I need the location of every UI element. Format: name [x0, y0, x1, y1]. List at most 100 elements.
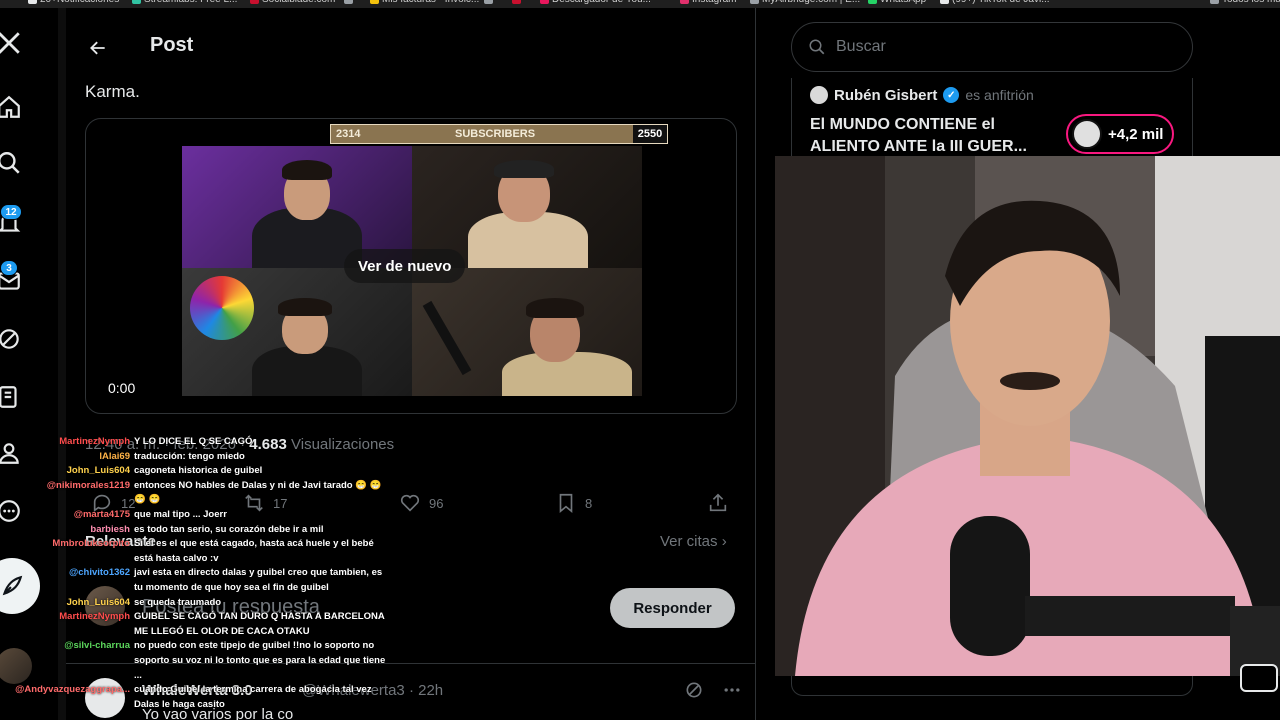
- reply-submit-button[interactable]: Responder: [610, 588, 735, 628]
- space-title-line-2: ALIENTO ANTE la III GUER...: [810, 138, 1027, 155]
- like-action[interactable]: 96: [399, 492, 443, 514]
- lists-icon[interactable]: [0, 382, 24, 412]
- chat-message: Mmbroluksorpito Si el es el que está caga…: [52, 538, 374, 550]
- view-quotes-label: Ver citas: [660, 533, 718, 550]
- chat-text: no puedo con este tipejo de guibel !!no …: [134, 640, 375, 652]
- host-name: Rubén Gisbert: [834, 86, 938, 104]
- bookmark-icon: [344, 0, 353, 4]
- search-placeholder: Buscar: [836, 38, 886, 55]
- bookmark-label: Mis facturas - Invoic...: [382, 0, 479, 5]
- page-title: Post: [150, 34, 194, 56]
- back-button[interactable]: [84, 34, 112, 62]
- bookmark-label: (99+) TikTok de Javi...: [952, 0, 1050, 5]
- chat-username: John_Luis604: [66, 596, 130, 608]
- video-cam-4: [412, 268, 642, 396]
- bookmark-label: Streamlabs: Free L...: [144, 0, 237, 5]
- bookmark-action[interactable]: 8: [555, 492, 592, 514]
- bookmark-label: MyAirbridge.com | E...: [762, 0, 860, 5]
- space-listeners-pill[interactable]: +4,2 mil: [1066, 114, 1174, 154]
- video-player[interactable]: 2314 SUBSCRIBERS 2550 Ver de nuevo 0:00: [85, 118, 737, 414]
- chat-username: MartinezNymph: [59, 611, 130, 623]
- chat-text: 😁 😁: [134, 494, 161, 506]
- chat-text: entonces NO hables de Dalas y ni de Javi…: [134, 479, 382, 491]
- chat-message: @marta4175 que mal tipo ... Joerr: [74, 509, 227, 521]
- bookmark-item[interactable]: [344, 0, 356, 5]
- bookmark-icon: [680, 0, 689, 4]
- message-drawer-icon[interactable]: [1240, 664, 1278, 692]
- chat-username: @marta4175: [73, 509, 130, 520]
- bookmark-item[interactable]: Streamlabs: Free L...: [132, 0, 237, 5]
- chat-username: barbiesh: [90, 523, 130, 535]
- chat-message: John_Luis604 cagoneta historica de guibel: [67, 465, 263, 477]
- bookmark-item[interactable]: Socialblade.com: [250, 0, 335, 5]
- listener-count: +4,2 mil: [1108, 125, 1164, 143]
- bookmark-item[interactable]: [512, 0, 524, 5]
- chat-message: Dalas le haga casito: [134, 699, 225, 711]
- chat-text: está hasta calvo :v: [134, 552, 219, 564]
- messages-badge: 3: [0, 260, 18, 276]
- chat-message: soporto su voz ni lo tonto que es para l…: [134, 655, 385, 667]
- chat-text: cuando Guibel la termina carrera de abog…: [134, 684, 372, 696]
- bookmark-icon: [750, 0, 759, 4]
- space-title: El MUNDO CONTIENE el ALIENTO ANTE la III…: [810, 114, 1060, 158]
- grok-icon: [686, 682, 702, 698]
- chat-text: Y LO DICE EL Q SE CAGÓ: [134, 436, 253, 447]
- bookmark-item[interactable]: Todos los ma: [1210, 0, 1280, 5]
- x-logo-icon[interactable]: [0, 28, 24, 58]
- chat-text: cagoneta historica de guibel: [134, 465, 263, 477]
- host-role: es anfitrión: [965, 87, 1034, 103]
- comment-tools: [684, 680, 742, 700]
- more-options-icon: [724, 688, 740, 692]
- bookmark-icon: [559, 493, 573, 514]
- search-input[interactable]: Buscar: [791, 22, 1193, 72]
- view-quotes-link[interactable]: Ver citas ›: [660, 533, 727, 550]
- chat-text: Si el es el que está cagado, hasta acá h…: [134, 538, 374, 550]
- bookmark-item[interactable]: Mis facturas - Invoic...: [370, 0, 479, 5]
- chevron-right-icon: ›: [721, 533, 727, 550]
- bookmark-item[interactable]: Instagram: [680, 0, 736, 5]
- sidebar-card-bottom: [791, 676, 1193, 696]
- chat-text: se queda traumado: [134, 596, 222, 608]
- chat-message: @chivito1362 javi esta en directo dalas y…: [69, 567, 382, 579]
- notifications-badge: 12: [0, 204, 22, 220]
- bookmark-item[interactable]: (99+) TikTok de Javi...: [940, 0, 1050, 5]
- bookmark-item[interactable]: WhatsApp: [868, 0, 926, 5]
- bookmark-label: 20+Notificaciones: [40, 0, 119, 5]
- bookmark-icon: [250, 0, 259, 4]
- chat-text: que mal tipo ... Joerr: [134, 509, 227, 520]
- bookmark-item[interactable]: 20+Notificaciones: [28, 0, 119, 5]
- stream-chat-overlay: MartinezNymph Y LO DICE EL Q SE CAGÓ lAlai…: [0, 436, 385, 720]
- chat-username: lAlai69: [99, 450, 130, 462]
- chat-message: ME LLEGÓ EL OLOR DE CACA OTAKU: [134, 626, 310, 638]
- chat-message: @Andyvazquezaggrapa... cuando Guibel la t…: [15, 684, 372, 696]
- replay-button[interactable]: Ver de nuevo: [344, 249, 466, 283]
- chat-message: está hasta calvo :v: [134, 553, 219, 565]
- chat-message: barbiesh es todo tan serio, su corazón de…: [90, 524, 323, 536]
- grok-icon[interactable]: [0, 324, 24, 354]
- bookmark-item[interactable]: Descargador de You...: [540, 0, 651, 5]
- bookmark-item[interactable]: MyAirbridge.com | E...: [750, 0, 860, 5]
- chat-message: 😁 😁: [134, 494, 160, 506]
- bookmark-label: Instagram: [692, 0, 736, 5]
- streamer-webcam: [775, 156, 1280, 676]
- heart-icon: [400, 494, 420, 512]
- search-icon[interactable]: [0, 148, 24, 178]
- home-icon[interactable]: [0, 92, 24, 122]
- bookmark-icon: [484, 0, 493, 4]
- chat-text: ...: [134, 669, 142, 681]
- comment-time: 22h: [418, 682, 444, 699]
- verified-badge-icon: ✓: [943, 87, 960, 103]
- chat-message: @nikimorales1219 entonces NO hables de Da…: [47, 479, 382, 492]
- bookmark-icon: [1210, 0, 1219, 4]
- chat-username: @nikimorales1219: [46, 479, 130, 491]
- bookmark-icon: [512, 0, 521, 4]
- bookmark-icon: [940, 0, 949, 4]
- bookmark-label: Todos los ma: [1222, 0, 1280, 5]
- listener-avatar: [1072, 119, 1102, 149]
- chat-username: @Andyvazquezaggrapa...: [15, 684, 130, 696]
- share-action[interactable]: [707, 492, 729, 514]
- host-avatar: [810, 86, 828, 104]
- bookmark-icon: [370, 0, 379, 4]
- bookmark-item[interactable]: [484, 0, 496, 5]
- bookmark-label: Socialblade.com: [262, 0, 335, 5]
